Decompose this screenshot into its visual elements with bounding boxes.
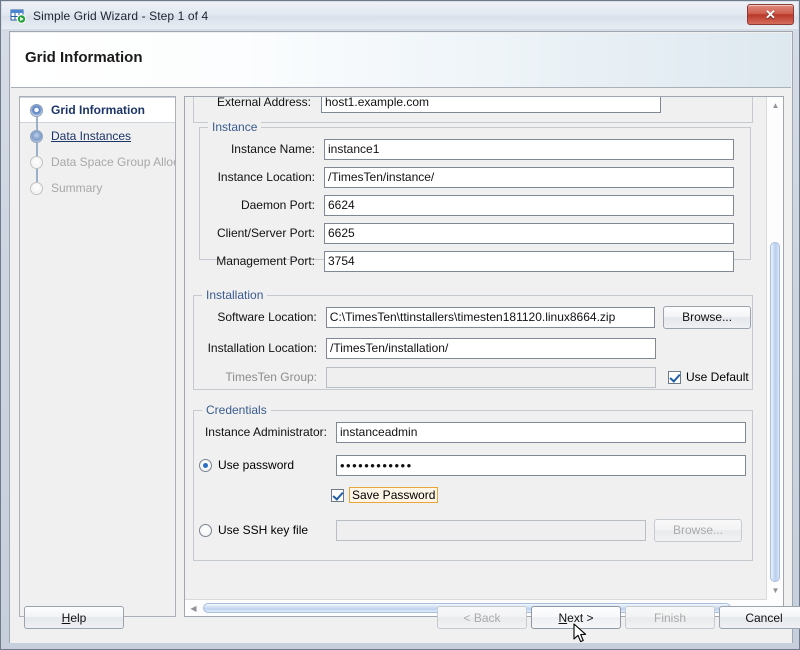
sidebar-item-grid-information[interactable]: Grid Information [20, 97, 175, 123]
daemon-port-input[interactable] [324, 194, 734, 216]
use-password-row: Use password [199, 454, 751, 476]
form-scroll-viewport: External Address: Instance Instance Name… [184, 96, 784, 617]
client-server-port-label: Client/Server Port: [216, 226, 315, 240]
finish-label: Finish [653, 610, 686, 625]
software-location-browse-button[interactable]: Browse... [663, 305, 752, 329]
grid-run-icon [10, 8, 27, 24]
instance-location-input[interactable] [324, 166, 734, 188]
step-bullet-disabled-icon [30, 181, 43, 195]
wizard-window: Simple Grid Wizard - Step 1 of 4 ✕ Grid … [0, 0, 800, 650]
client-server-port-row: Client/Server Port: [205, 222, 745, 244]
daemon-port-row: Daemon Port: [205, 194, 745, 216]
use-ssh-key-label: Use SSH key file [218, 523, 309, 537]
timesten-group-input [326, 366, 656, 388]
use-ssh-key-radio[interactable]: Use SSH key file [199, 523, 327, 537]
instance-administrator-row: Instance Administrator: [199, 421, 751, 443]
daemon-port-label: Daemon Port: [240, 198, 315, 212]
checkbox-checked-icon [668, 370, 681, 384]
software-location-label: Software Location: [217, 310, 317, 324]
instance-name-row: Instance Name: [205, 138, 745, 160]
page-header: Grid Information [11, 33, 791, 88]
management-port-label: Management Port: [216, 254, 315, 268]
back-label: < Back [463, 610, 501, 625]
dialog-client-area: Grid Information Grid Information Data I… [9, 31, 800, 643]
checkbox-checked-icon[interactable] [331, 488, 344, 502]
help-label-rest: elp [70, 610, 87, 625]
title-bar: Simple Grid Wizard - Step 1 of 4 ✕ [2, 2, 798, 29]
scroll-down-arrow-icon[interactable]: ▼ [767, 582, 783, 599]
instance-location-row: Instance Location: [205, 166, 745, 188]
sidebar-item-label: Data Space Group Alloca [51, 155, 176, 169]
instance-administrator-input[interactable] [336, 421, 746, 443]
dialog-button-bar: Help < Back Next > Finish Cancel [19, 601, 800, 635]
sidebar-item-data-instances[interactable]: Data Instances [20, 123, 175, 149]
installation-location-input[interactable] [326, 337, 656, 359]
next-mnemonic: N [558, 610, 568, 625]
next-label-rest: ext > [567, 610, 594, 625]
step-bullet-visited-icon [30, 129, 43, 143]
installation-location-row: Installation Location: [199, 337, 751, 359]
save-password-checkbox-label[interactable]: Save Password [349, 487, 439, 503]
next-button[interactable]: Next > [531, 606, 621, 629]
ssh-key-browse-button: Browse... [654, 518, 742, 542]
installation-group-legend: Installation [202, 288, 268, 302]
window-title: Simple Grid Wizard - Step 1 of 4 [33, 8, 209, 23]
use-ssh-key-row: Use SSH key file Browse... [199, 518, 751, 542]
finish-button: Finish [625, 606, 715, 629]
instance-group-legend: Instance [208, 120, 262, 134]
sidebar-item-label: Summary [51, 181, 103, 195]
save-password-row: Save Password [331, 484, 439, 506]
cancel-label: Cancel [745, 610, 783, 625]
close-icon[interactable]: ✕ [747, 4, 794, 25]
client-server-port-input[interactable] [324, 222, 734, 244]
management-port-input[interactable] [324, 250, 734, 272]
timesten-group-row: TimesTen Group: Use Default [199, 366, 751, 388]
step-bullet-disabled-icon [30, 155, 43, 169]
use-password-radio[interactable]: Use password [199, 458, 327, 472]
scroll-up-arrow-icon[interactable]: ▲ [767, 97, 783, 114]
vertical-scroll-thumb[interactable] [770, 242, 780, 582]
password-input[interactable] [336, 454, 746, 476]
sidebar-item-label: Grid Information [51, 103, 145, 117]
instance-name-label: Instance Name: [230, 142, 315, 156]
vertical-scrollbar[interactable]: ▲ ▼ [766, 97, 783, 616]
software-location-input[interactable] [325, 306, 656, 328]
sidebar-item-label: Data Instances [51, 129, 132, 143]
host-group-box [193, 97, 753, 123]
wizard-step-list: Grid Information Data Instances Data Spa… [19, 96, 176, 617]
management-port-row: Management Port: [205, 250, 745, 272]
instance-location-label: Instance Location: [217, 170, 315, 184]
ssh-key-file-input [336, 519, 646, 541]
instance-name-input[interactable] [324, 138, 734, 160]
step-bullet-current-icon [30, 103, 43, 117]
sidebar-item-data-space-group-allocation: Data Space Group Alloca [20, 149, 175, 175]
installation-location-label: Installation Location: [207, 341, 317, 355]
cancel-button[interactable]: Cancel [719, 606, 800, 629]
close-glyph: ✕ [765, 6, 776, 22]
sidebar-item-summary: Summary [20, 175, 175, 201]
instance-administrator-label: Instance Administrator: [204, 425, 327, 439]
use-password-label: Use password [218, 458, 295, 472]
page-title: Grid Information [25, 49, 143, 66]
use-default-label: Use Default [686, 370, 749, 384]
timesten-group-label: TimesTen Group: [225, 370, 317, 384]
radio-selected-icon [199, 458, 212, 472]
use-default-checkbox[interactable]: Use Default [668, 370, 749, 384]
software-location-row: Software Location: Browse... [199, 305, 752, 329]
back-button: < Back [437, 606, 527, 629]
credentials-group-legend: Credentials [202, 403, 271, 417]
form-canvas: External Address: Instance Instance Name… [185, 97, 767, 616]
help-button[interactable]: Help [24, 606, 124, 629]
radio-unselected-icon [199, 523, 212, 537]
